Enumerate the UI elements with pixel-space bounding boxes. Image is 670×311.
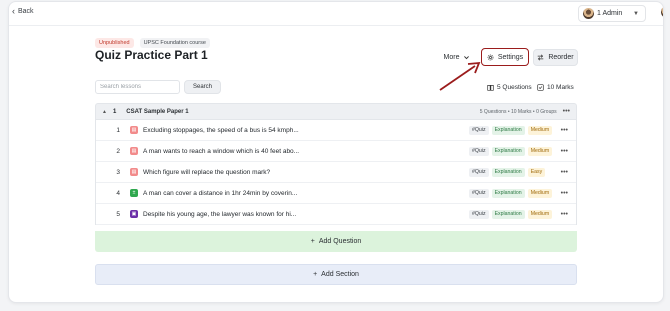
marks-count: 10 Marks <box>537 84 574 91</box>
question-type-icon: ▤ <box>130 168 138 176</box>
tag-quiz: #Quiz <box>469 188 489 198</box>
section-meta: 5 Questions • 10 Marks • 0 Groups <box>479 108 557 115</box>
document-question-icon: ▣ <box>130 210 138 218</box>
section-header[interactable]: ▲ 1 CSAT Sample Paper 1 5 Questions • 10… <box>95 103 577 120</box>
tag-difficulty: Medium <box>527 209 553 219</box>
question-index: 4 <box>116 189 120 197</box>
chevron-up-icon[interactable]: ▲ <box>102 109 107 115</box>
course-badge[interactable]: UPSC Foundation course <box>139 38 210 48</box>
tag-quiz: #Quiz <box>469 146 489 156</box>
question-text: A man wants to reach a window which is 4… <box>143 147 300 155</box>
top-bar: ‹ Back 1 Admin ▼ <box>9 2 663 26</box>
question-row[interactable]: 4 ± A man can cover a distance in 1hr 24… <box>96 183 576 204</box>
plus-icon: + <box>310 238 315 245</box>
question-row[interactable]: 3 ▤ Which figure will replace the questi… <box>96 162 576 183</box>
question-row[interactable]: 1 ▤ Excluding stoppages, the speed of a … <box>96 120 576 141</box>
page-title: Quiz Practice Part 1 <box>95 48 208 62</box>
section-name: CSAT Sample Paper 1 <box>126 108 189 115</box>
back-label: Back <box>18 8 34 15</box>
question-text: Despite his young age, the lawyer was kn… <box>143 210 297 218</box>
tag-difficulty: Medium <box>527 188 553 198</box>
chevron-down-icon: ▼ <box>633 10 639 17</box>
search-button[interactable]: Search <box>184 80 221 94</box>
add-section-label: Add Section <box>321 271 359 278</box>
row-options-icon[interactable]: ••• <box>561 190 568 197</box>
question-list: 1 ▤ Excluding stoppages, the speed of a … <box>95 120 577 225</box>
tag-explanation: Explanation <box>491 188 525 198</box>
tag-quiz: #Quiz <box>469 125 489 135</box>
question-index: 1 <box>116 126 120 134</box>
add-question-label: Add Question <box>318 238 362 245</box>
search-input[interactable] <box>95 80 180 94</box>
row-options-icon[interactable]: ••• <box>561 169 568 176</box>
calculation-icon: ± <box>130 189 138 197</box>
app-window: ‹ Back 1 Admin ▼ Unpublished UPSC Founda… <box>8 1 664 303</box>
question-index: 2 <box>116 147 120 155</box>
row-options-icon[interactable]: ••• <box>561 127 568 134</box>
tag-quiz: #Quiz <box>469 167 489 177</box>
chevron-down-icon <box>464 56 470 60</box>
course-badges: Unpublished UPSC Foundation course <box>95 38 210 48</box>
more-button[interactable]: More <box>437 49 477 66</box>
checkbox-icon <box>537 84 544 91</box>
tag-explanation: Explanation <box>491 146 525 156</box>
question-text: A man can cover a distance in 1hr 24min … <box>143 189 298 197</box>
settings-button[interactable]: Settings <box>481 48 529 66</box>
question-index: 3 <box>116 168 120 176</box>
section-number: 1 <box>112 108 117 115</box>
questions-count: 5 Questions <box>487 84 532 91</box>
tag-difficulty: Medium <box>527 125 553 135</box>
tag-explanation: Explanation <box>491 209 525 219</box>
add-question-button[interactable]: + Add Question <box>95 231 577 252</box>
question-text: Excluding stoppages, the speed of a bus … <box>143 126 299 134</box>
row-options-icon[interactable]: ••• <box>561 148 568 155</box>
question-index: 5 <box>116 210 120 218</box>
gear-icon <box>487 54 494 60</box>
question-row[interactable]: 5 ▣ Despite his young age, the lawyer wa… <box>96 204 576 225</box>
plus-icon: + <box>313 271 318 278</box>
question-row[interactable]: 2 ▤ A man wants to reach a window which … <box>96 141 576 162</box>
book-icon <box>487 85 494 91</box>
question-type-icon: ▤ <box>130 126 138 134</box>
tag-explanation: Explanation <box>491 125 525 135</box>
profile-avatar[interactable] <box>661 6 663 18</box>
section-options-icon[interactable]: ••• <box>563 108 570 115</box>
status-badge: Unpublished <box>95 38 134 48</box>
back-link[interactable]: ‹ Back <box>12 6 34 16</box>
row-options-icon[interactable]: ••• <box>561 211 568 218</box>
tag-explanation: Explanation <box>491 167 525 177</box>
questions-count-label: 5 Questions <box>497 84 532 91</box>
chevron-left-icon: ‹ <box>12 6 15 16</box>
question-type-icon: ▤ <box>130 147 138 155</box>
user-menu[interactable]: 1 Admin ▼ <box>578 5 646 22</box>
avatar <box>583 8 594 19</box>
marks-count-label: 10 Marks <box>547 84 574 91</box>
add-section-button[interactable]: + Add Section <box>95 264 577 285</box>
user-name: 1 Admin <box>597 10 623 17</box>
more-label: More <box>443 54 460 61</box>
question-text: Which figure will replace the question m… <box>143 168 271 176</box>
tag-quiz: #Quiz <box>469 209 489 219</box>
reorder-button[interactable]: Reorder <box>533 49 578 66</box>
settings-label: Settings <box>497 53 524 61</box>
tag-difficulty: Medium <box>527 146 553 156</box>
reorder-icon <box>538 54 544 61</box>
reorder-label: Reorder <box>548 54 574 61</box>
tag-difficulty: Easy <box>527 167 546 177</box>
